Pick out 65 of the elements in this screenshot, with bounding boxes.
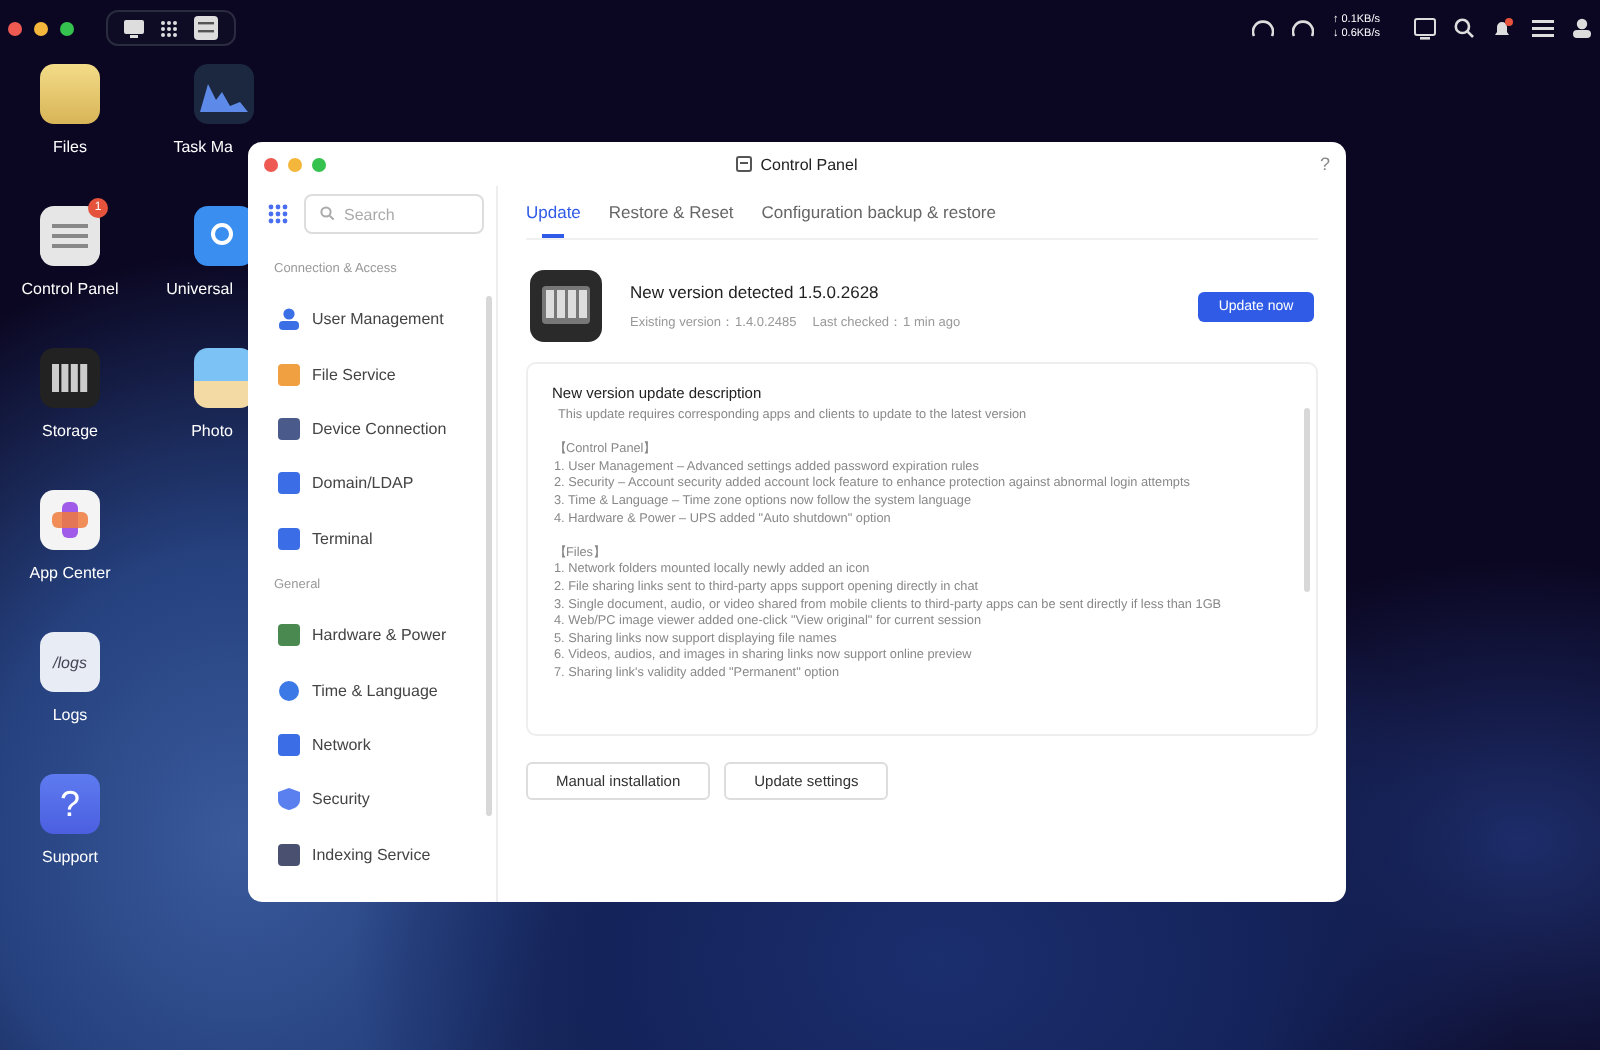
tab[interactable]: Configuration backup & restore <box>761 186 996 238</box>
chart-app-icon[interactable] <box>193 64 253 124</box>
sidebar-item[interactable]: Device Connection <box>248 401 496 457</box>
desktop-icon[interactable] <box>124 19 144 37</box>
sidebar-item[interactable]: Time & Language <box>248 662 496 718</box>
sidebar-item[interactable]: User Management <box>248 292 496 347</box>
maximize-button[interactable] <box>60 21 74 35</box>
app-label[interactable]: Storage <box>41 422 99 440</box>
app-label[interactable]: App Center <box>29 564 111 582</box>
close-button[interactable] <box>8 21 22 35</box>
tab[interactable]: Restore & Reset <box>608 186 734 238</box>
app-label[interactable]: Task Ma <box>173 138 233 156</box>
window-title: Control Panel <box>760 155 858 173</box>
settings-sliders-icon[interactable] <box>1532 18 1554 38</box>
search-field[interactable]: Search <box>304 194 484 234</box>
app-label[interactable]: Support <box>41 848 99 866</box>
blocks-icon <box>52 502 88 538</box>
sidebar-item[interactable]: Indexing Service <box>248 827 496 882</box>
app-label[interactable]: Photo <box>191 422 233 440</box>
app-label[interactable]: Files <box>53 138 87 156</box>
device-icon <box>278 417 300 440</box>
grid-icon[interactable] <box>160 19 178 37</box>
sidebar-item[interactable]: File Service <box>248 346 496 402</box>
control-panel-icon <box>736 156 753 172</box>
control-panel-icon[interactable] <box>194 16 218 40</box>
tab[interactable]: Update <box>526 186 581 238</box>
minimize-button[interactable] <box>34 21 48 35</box>
globe-icon <box>278 679 300 702</box>
help-button[interactable]: ? <box>1319 154 1330 174</box>
drive-bays-icon <box>52 364 88 392</box>
sidebar-item[interactable]: Hardware & Power <box>248 607 496 663</box>
sidebar-item[interactable]: Terminal <box>248 511 496 566</box>
search-icon <box>209 222 237 250</box>
domain-icon <box>278 472 300 495</box>
ram-gauge-icon <box>1292 18 1315 38</box>
storage-app-icon[interactable] <box>40 348 100 408</box>
search-icon[interactable] <box>1454 18 1474 38</box>
update-title: New version detected 1.5.0.2628 <box>630 281 881 301</box>
hardware-icon <box>278 624 300 647</box>
cpu-gauge-icon <box>1252 18 1275 38</box>
close-button[interactable] <box>264 157 278 171</box>
sidebar-item[interactable]: Domain/LDAP <box>248 456 496 512</box>
app-label[interactable]: Control Panel <box>21 280 119 298</box>
photo-app-icon[interactable] <box>193 348 253 408</box>
app-label[interactable]: Universal <box>166 280 233 298</box>
network-icon <box>278 733 300 756</box>
question-mark-text: ? <box>59 783 80 825</box>
index-icon <box>278 843 300 866</box>
folder-icon <box>278 363 300 386</box>
logs-icon-text: /logs <box>53 653 87 671</box>
search-app-icon[interactable] <box>193 206 253 266</box>
folder-app-icon[interactable] <box>40 64 100 124</box>
search-icon <box>320 206 334 220</box>
shield-icon <box>278 788 300 811</box>
bell-icon[interactable] <box>1492 17 1514 39</box>
sidebar-item[interactable]: Network <box>248 717 496 773</box>
sidebar-item[interactable]: Security <box>248 772 496 828</box>
user-icon <box>278 308 300 331</box>
user-icon[interactable] <box>1572 18 1592 38</box>
apps-app-icon[interactable] <box>40 490 100 550</box>
app-label[interactable]: Logs <box>52 706 88 724</box>
nas-device-icon <box>530 270 602 342</box>
sliders-icon <box>52 220 88 252</box>
monitor-icon[interactable] <box>1414 17 1436 39</box>
terminal-icon <box>278 527 300 550</box>
